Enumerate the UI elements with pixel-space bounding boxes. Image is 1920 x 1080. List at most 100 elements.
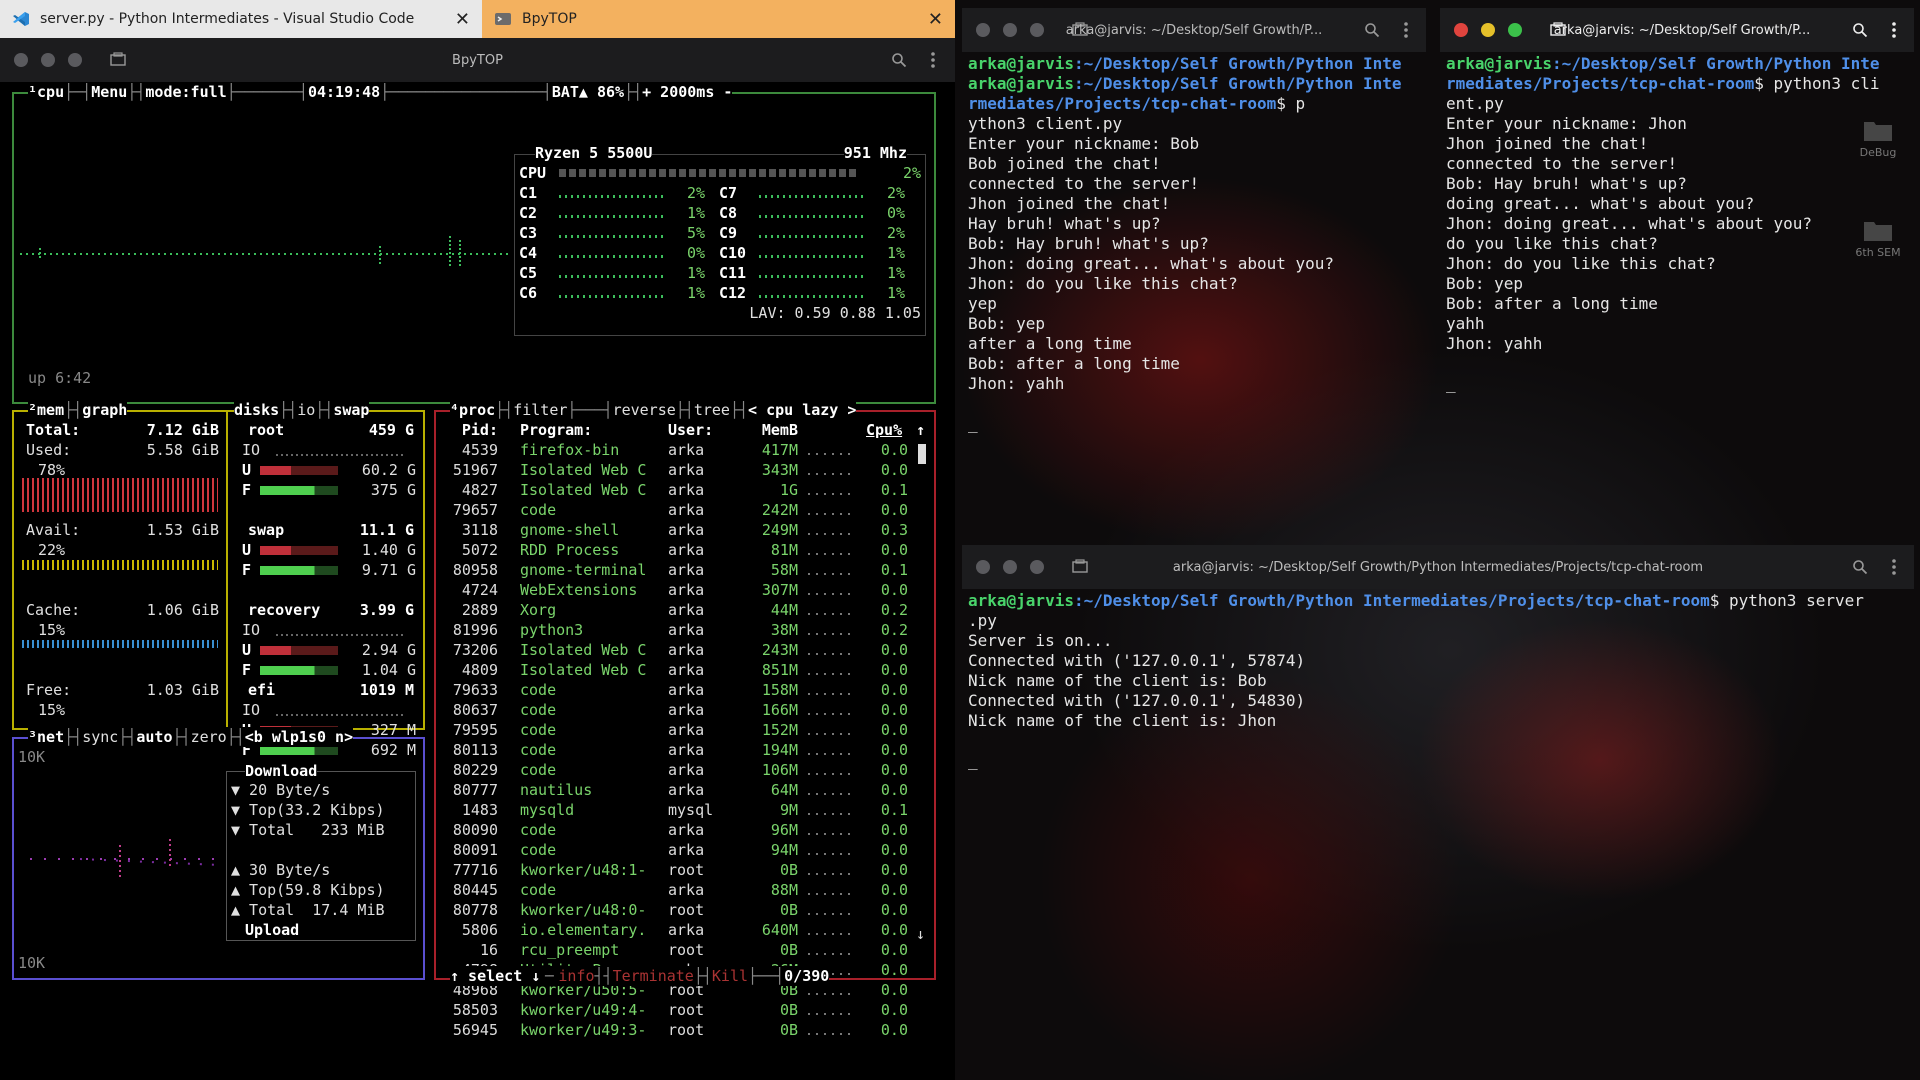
minimize-button[interactable] [1003,23,1017,37]
col-program[interactable]: Program: [520,420,592,440]
cpu-label[interactable]: ¹cpu [28,83,64,101]
proc-cpu-graph [808,533,850,535]
col-pid[interactable]: Pid: [450,420,498,440]
desktop-icon-6th-sem[interactable]: 6th SEM [1848,218,1908,259]
maximize-button[interactable] [68,53,82,67]
table-row[interactable]: 73206 Isolated Web C arka 243M 0.0 [436,640,914,660]
table-row[interactable]: 80777 nautilus arka 64M 0.0 [436,780,914,800]
table-row[interactable]: 80090 code arka 96M 0.0 [436,820,914,840]
scroll-down-icon[interactable]: ↓ [916,924,925,944]
table-row[interactable]: 2889 Xorg arka 44M 0.2 [436,600,914,620]
table-row[interactable]: 79633 code arka 158M 0.0 [436,680,914,700]
table-row[interactable]: 5806 io.elementary. arka 640M 0.0 [436,920,914,940]
mem-label[interactable]: ²mem [28,401,64,419]
close-button[interactable] [14,53,28,67]
new-tab-icon[interactable] [110,51,126,70]
new-tab-icon[interactable] [1072,21,1088,40]
col-cpu[interactable]: Cpu% [866,420,902,440]
net-label[interactable]: ³net [28,728,64,746]
tab-vscode[interactable]: server.py - Python Intermediates - Visua… [0,0,482,38]
core-pct: 1% [886,264,905,282]
table-row[interactable]: 79595 code arka 152M 0.0 [436,720,914,740]
sync-toggle[interactable]: sync [82,728,118,746]
table-row[interactable]: 51967 Isolated Web C arka 343M 0.0 [436,460,914,480]
menu-label[interactable]: Menu [91,83,127,101]
table-row[interactable]: 80958 gnome-terminal arka 58M 0.1 [436,560,914,580]
table-row[interactable]: 80113 code arka 194M 0.0 [436,740,914,760]
col-user[interactable]: User: [668,420,713,440]
close-icon[interactable]: ✕ [455,9,470,30]
disks-label[interactable]: disks [234,401,279,419]
menu-icon[interactable] [1392,8,1420,52]
table-row[interactable]: 1483 mysqld mysql 9M 0.1 [436,800,914,820]
mode-label[interactable]: mode:full [145,83,226,101]
table-row[interactable]: 5072 RDD Process arka 81M 0.0 [436,540,914,560]
reverse-toggle[interactable]: reverse [613,401,676,419]
close-button[interactable] [1454,23,1468,37]
terminal-line: Connected with ('127.0.0.1', 57874) [968,651,1908,671]
info-button[interactable]: info [558,967,594,985]
filter-toggle[interactable]: filter [513,401,567,419]
search-icon[interactable] [1846,8,1874,52]
table-row[interactable]: 4539 firefox-bin arka 417M 0.0 [436,440,914,460]
io-toggle[interactable]: io [297,401,315,419]
kill-button[interactable]: Kill [712,967,748,985]
disk-free-row: F [242,661,252,679]
maximize-button[interactable] [1508,23,1522,37]
table-row[interactable]: 80229 code arka 106M 0.0 [436,760,914,780]
new-tab-icon[interactable] [1550,21,1566,40]
table-row[interactable]: 16 rcu_preempt root 0B 0.0 [436,940,914,960]
minimize-button[interactable] [41,53,55,67]
maximize-button[interactable] [1030,560,1044,574]
close-icon[interactable]: ✕ [928,9,943,30]
table-row[interactable]: 81996 python3 arka 38M 0.2 [436,620,914,640]
terminal-output[interactable]: arka@jarvis:~/Desktop/Self Growth/Python… [962,52,1426,540]
scrollbar-thumb[interactable] [918,444,926,464]
table-row[interactable]: 80778 kworker/u48:0- root 0B 0.0 [436,900,914,920]
proc-mem: 96M [770,821,798,839]
table-row[interactable]: 4809 Isolated Web C arka 851M 0.0 [436,660,914,680]
terminal-line: Bob: after a long time [968,354,1420,374]
mem-total-value: 7.12 GiB [146,421,219,439]
update-interval[interactable]: + 2000ms - [642,83,732,101]
new-tab-icon[interactable] [1072,558,1088,577]
swap-toggle[interactable]: swap [333,401,369,419]
table-row[interactable]: 4724 WebExtensions arka 307M 0.0 [436,580,914,600]
search-icon[interactable] [1846,545,1874,589]
terminate-button[interactable]: Terminate [613,967,694,985]
proc-program: WebExtensions [520,581,638,599]
table-row[interactable]: 58503 kworker/u49:4- root 0B 0.0 [436,1000,914,1020]
graph-toggle[interactable]: graph [82,401,127,419]
search-icon[interactable] [1358,8,1386,52]
close-button[interactable] [976,23,990,37]
minimize-button[interactable] [1003,560,1017,574]
zero-toggle[interactable]: zero [191,728,227,746]
auto-toggle[interactable]: auto [136,728,172,746]
proc-user: arka [668,841,705,859]
menu-icon[interactable] [1880,545,1908,589]
table-row[interactable]: 79657 code arka 242M 0.0 [436,500,914,520]
interface-selector[interactable]: <b wlp1s0 n> [245,728,353,746]
table-row[interactable]: 3118 gnome-shell arka 249M 0.3 [436,520,914,540]
table-row[interactable]: 4827 Isolated Web C arka 1G 0.1 [436,480,914,500]
col-mem[interactable]: MemB [712,420,798,440]
sort-selector[interactable]: < cpu lazy > [748,401,856,419]
menu-icon[interactable] [919,38,947,82]
close-button[interactable] [976,560,990,574]
table-row[interactable]: 56945 kworker/u49:3- root 0B 0.0 [436,1020,914,1040]
table-row[interactable]: 77716 kworker/u48:1- root 0B 0.0 [436,860,914,880]
tab-bpytop[interactable]: BpyTOP ✕ [482,0,955,38]
minimize-button[interactable] [1481,23,1495,37]
menu-icon[interactable] [1880,8,1908,52]
maximize-button[interactable] [1030,23,1044,37]
desktop-icon-debug[interactable]: DeBug [1848,118,1908,159]
select-control[interactable]: ↑ select ↓ [450,967,540,985]
table-row[interactable]: 80091 code arka 94M 0.0 [436,840,914,860]
table-row[interactable]: 80445 code arka 88M 0.0 [436,880,914,900]
table-row[interactable]: 80637 code arka 166M 0.0 [436,700,914,720]
terminal-output[interactable]: arka@jarvis:~/Desktop/Self Growth/Python… [1440,52,1914,540]
terminal-output[interactable]: arka@jarvis:~/Desktop/Self Growth/Python… [962,589,1914,1075]
proc-label[interactable]: ⁴proc [450,401,495,419]
tree-toggle[interactable]: tree [694,401,730,419]
search-icon[interactable] [885,38,913,82]
